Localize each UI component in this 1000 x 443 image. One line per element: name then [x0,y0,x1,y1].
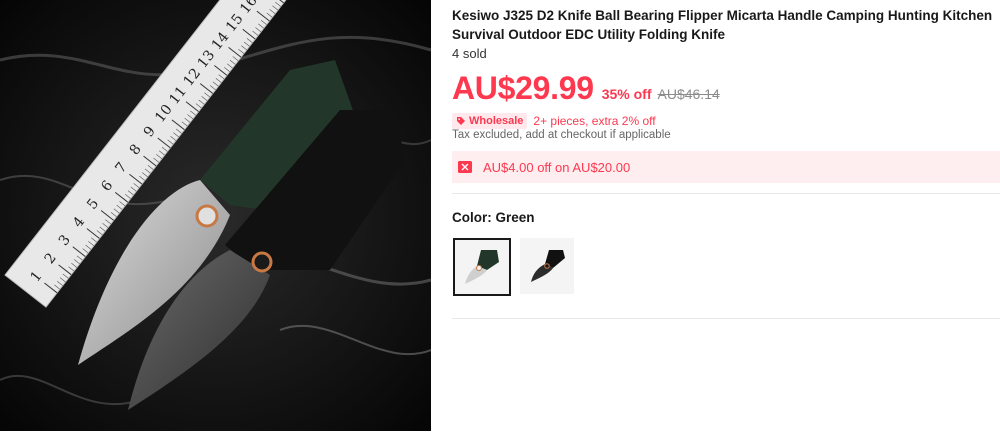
discount-badge: 35% off [601,86,652,102]
green-knife-thumbnail [465,250,499,284]
original-price: AU$46.14 [657,86,720,102]
wholesale-badge: Wholesale [452,112,528,129]
tax-note: Tax excluded, add at checkout if applica… [452,129,671,141]
price-row: AU$29.99 35% off AU$46.14 [452,70,720,106]
coupon-text: AU$4.00 off on AU$20.00 [483,159,631,175]
product-title: Kesiwo J325 D2 Knife Ball Bearing Flippe… [452,8,993,42]
tag-icon [456,116,466,126]
product-info: Kesiwo J325 D2 Knife Ball Bearing Flippe… [452,0,1000,443]
wholesale-label: Wholesale [469,114,524,127]
black-knife-thumbnail [531,250,565,282]
knife-photo: 1234567891011121314151617 [0,0,431,431]
color-swatch-green[interactable] [453,238,511,296]
coupon-bar[interactable]: AU$4.00 off on AU$20.00 [452,151,1000,183]
wholesale-row: Wholesale 2+ pieces, extra 2% off [452,112,656,129]
product-main-image[interactable]: 1234567891011121314151617 [0,0,431,431]
color-value: Green [495,210,535,225]
sold-count: 4 sold [452,46,487,61]
divider [452,193,1000,194]
wholesale-offer: 2+ pieces, extra 2% off [533,113,656,128]
color-label: Color: Green [452,210,535,225]
current-price: AU$29.99 [452,70,594,106]
color-swatch-black[interactable] [520,238,574,294]
divider [452,318,1000,319]
coupon-icon [458,160,472,174]
